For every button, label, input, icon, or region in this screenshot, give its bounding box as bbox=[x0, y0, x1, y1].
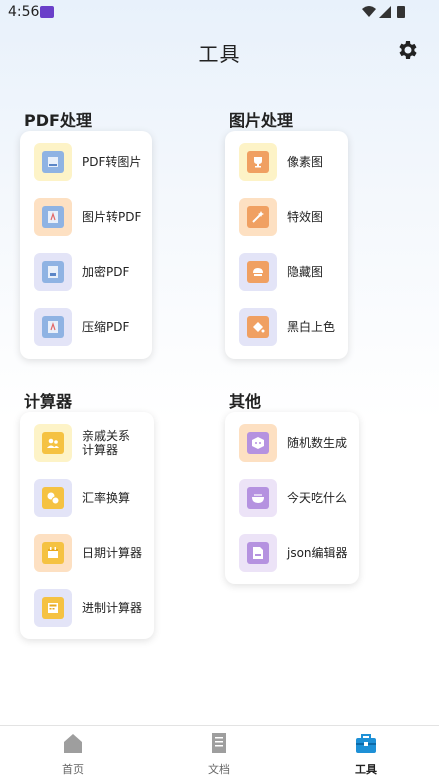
settings-button[interactable] bbox=[395, 38, 419, 62]
pdf-to-image-icon bbox=[42, 151, 64, 173]
card-calc: 亲戚关系 计算器 汇率换算 日期计算器 进制计算器 bbox=[20, 412, 154, 639]
card-pdf: PDF转图片 图片转PDF 加密PDF 压缩PDF bbox=[20, 131, 152, 359]
nav-docs[interactable]: 文档 bbox=[189, 732, 249, 777]
tool-pixel-art[interactable]: 像素图 bbox=[225, 135, 348, 189]
tool-label: 压缩PDF bbox=[82, 320, 130, 334]
tool-label: 日期计算器 bbox=[82, 546, 143, 560]
tool-relatives-calculator[interactable]: 亲戚关系 计算器 bbox=[20, 416, 154, 470]
home-icon bbox=[64, 734, 82, 753]
date-calculator-icon bbox=[42, 542, 64, 564]
tool-compress-pdf[interactable]: 压缩PDF bbox=[20, 300, 152, 354]
base-converter-icon bbox=[42, 597, 64, 619]
tool-what-to-eat[interactable]: 今天吃什么 bbox=[225, 471, 359, 525]
status-icons bbox=[361, 4, 411, 24]
nav-docs-label: 文档 bbox=[208, 763, 230, 776]
tool-label: 像素图 bbox=[287, 155, 324, 169]
tool-date-calculator[interactable]: 日期计算器 bbox=[20, 526, 154, 580]
exchange-rate-icon bbox=[42, 487, 64, 509]
compress-pdf-icon bbox=[42, 316, 64, 338]
tool-label-line1: 亲戚关系 bbox=[82, 429, 131, 443]
tool-label: 加密PDF bbox=[82, 265, 130, 279]
tool-json-editor[interactable]: json编辑器 bbox=[225, 526, 359, 580]
tool-effects[interactable]: 特效图 bbox=[225, 190, 348, 244]
dice-icon bbox=[247, 432, 269, 454]
tool-colorize[interactable]: 黑白上色 bbox=[225, 300, 348, 354]
tool-label: 今天吃什么 bbox=[287, 491, 348, 505]
gear-icon bbox=[399, 41, 417, 59]
tool-base-converter[interactable]: 进制计算器 bbox=[20, 581, 154, 635]
relatives-icon bbox=[42, 432, 64, 454]
nav-tools-label: 工具 bbox=[355, 763, 377, 776]
json-editor-icon bbox=[247, 542, 269, 564]
battery-icon bbox=[397, 6, 405, 18]
hidden-image-icon bbox=[247, 261, 269, 283]
tool-label: 图片转PDF bbox=[82, 210, 142, 224]
tool-label: 汇率换算 bbox=[82, 491, 131, 505]
image-to-pdf-icon bbox=[42, 206, 64, 228]
page-title: 工具 bbox=[198, 42, 241, 66]
tool-label: 特效图 bbox=[287, 210, 324, 224]
document-icon bbox=[212, 733, 226, 753]
wifi-icon bbox=[362, 6, 376, 17]
tool-random-number[interactable]: 随机数生成 bbox=[225, 416, 359, 470]
effects-icon bbox=[247, 206, 269, 228]
toolbox-icon bbox=[356, 734, 376, 753]
tool-image-to-pdf[interactable]: 图片转PDF bbox=[20, 190, 152, 244]
encrypt-pdf-icon bbox=[42, 261, 64, 283]
tool-encrypt-pdf[interactable]: 加密PDF bbox=[20, 245, 152, 299]
tool-exchange-rate[interactable]: 汇率换算 bbox=[20, 471, 154, 525]
tool-label-line2: 计算器 bbox=[82, 443, 119, 457]
nav-home[interactable]: 首页 bbox=[43, 732, 103, 777]
tool-label: json编辑器 bbox=[287, 546, 348, 560]
section-title-pdf: PDF处理 bbox=[24, 111, 92, 130]
tool-pdf-to-image[interactable]: PDF转图片 bbox=[20, 135, 152, 189]
tool-label: 隐藏图 bbox=[287, 265, 324, 279]
tool-hidden-image[interactable]: 隐藏图 bbox=[225, 245, 348, 299]
tool-label: 黑白上色 bbox=[287, 320, 336, 334]
tool-label: 亲戚关系 计算器 bbox=[82, 429, 130, 457]
card-other: 随机数生成 今天吃什么 json编辑器 bbox=[225, 412, 359, 584]
status-time: 4:56 bbox=[8, 4, 40, 20]
bottom-nav: 首页 文档 工具 bbox=[0, 725, 439, 780]
tool-label: PDF转图片 bbox=[82, 155, 142, 169]
food-bowl-icon bbox=[247, 487, 269, 509]
app-header: 工具 bbox=[0, 30, 439, 74]
nav-home-label: 首页 bbox=[62, 763, 84, 776]
nav-tools[interactable]: 工具 bbox=[336, 732, 396, 777]
section-title-image: 图片处理 bbox=[229, 111, 294, 130]
card-image: 像素图 特效图 隐藏图 黑白上色 bbox=[225, 131, 348, 359]
tool-label: 进制计算器 bbox=[82, 601, 143, 615]
section-title-other: 其他 bbox=[229, 392, 262, 411]
section-title-calc: 计算器 bbox=[24, 392, 73, 411]
status-bar: 4:56 bbox=[0, 0, 439, 24]
signal-icon bbox=[379, 6, 391, 18]
notification-app-icon bbox=[40, 6, 54, 18]
tool-label: 随机数生成 bbox=[287, 436, 348, 450]
pixel-art-icon bbox=[247, 151, 269, 173]
colorize-icon bbox=[247, 316, 269, 338]
